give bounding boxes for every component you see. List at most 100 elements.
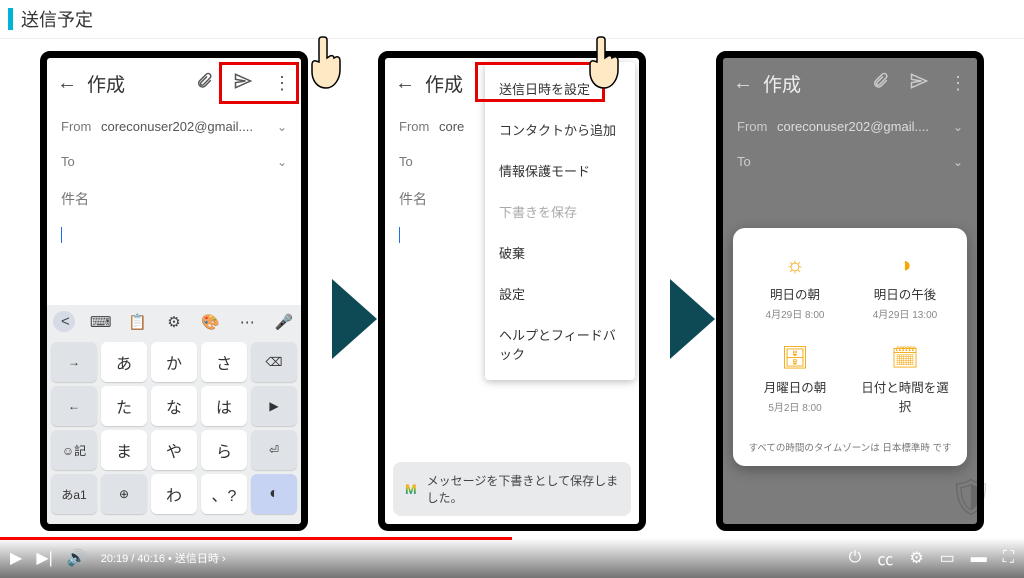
autoplay-toggle-icon[interactable]: ⏻ [849, 549, 862, 567]
phone-overflow-menu: ← 作成 From core To 件名 送信日時を設定 コンタクトから追加 情… [378, 51, 646, 531]
schedule-option-title: 明日の午後 [857, 284, 953, 303]
key-mode[interactable]: あa1 [51, 474, 97, 514]
briefcase-icon: 🗄 [747, 345, 843, 371]
keyboard-toolbar: < ⌨ 📋 ⚙ 🎨 ⋯ 🎤 [47, 305, 301, 338]
volume-icon[interactable]: 🔊 [67, 548, 87, 568]
key-confirm[interactable]: ◐ [251, 474, 297, 514]
chevron-down-icon: ⌄ [277, 120, 287, 134]
schedule-option-time: 4月29日 13:00 [857, 306, 953, 321]
snackbar-draft-saved: M メッセージを下書きとして保存しました。 [393, 462, 631, 516]
page-title: 送信予定 [21, 6, 93, 32]
overflow-menu-icon[interactable]: ⋮ [949, 73, 967, 94]
to-label: To [61, 154, 101, 169]
pointer-hand-icon [584, 31, 624, 95]
schedule-option-time: 5月2日 8:00 [747, 399, 843, 414]
key-emoji[interactable]: ☺記 [51, 430, 97, 470]
soft-keyboard: < ⌨ 📋 ⚙ 🎨 ⋯ 🎤 → あ か さ ⌫ ← た [47, 305, 301, 524]
body-field[interactable] [47, 219, 301, 256]
key-cursor-right[interactable]: → [51, 342, 97, 382]
chevron-down-icon: ⌄ [953, 120, 963, 134]
kbd-theme-icon[interactable]: 🎨 [200, 313, 222, 331]
overflow-menu-panel: 送信日時を設定 コンタクトから追加 情報保護モード 下書きを保存 破棄 設定 ヘ… [485, 62, 635, 380]
kbd-clipboard-icon[interactable]: 📋 [126, 313, 148, 331]
video-total-time: 40:16 [137, 553, 165, 565]
key-ma[interactable]: ま [101, 430, 147, 470]
key-ya[interactable]: や [151, 430, 197, 470]
key-ta[interactable]: た [101, 386, 147, 426]
key-cursor-left[interactable]: ← [51, 386, 97, 426]
schedule-option-tomorrow-afternoon[interactable]: ◑ 明日の午後 4月29日 13:00 [853, 244, 957, 329]
stage: ← 作成 ⋮ From coreconuser202@gmail.... ⌄ T… [0, 39, 1024, 549]
video-time: 20:19 / 40:16 • 送信日時 › [101, 550, 226, 566]
chevron-down-icon: ⌄ [277, 155, 287, 169]
menu-confidential-mode[interactable]: 情報保護モード [485, 150, 635, 191]
from-label: From [737, 119, 777, 134]
chevron-right-icon[interactable]: › [222, 553, 226, 565]
video-controls: ▶ ▶| 🔊 20:19 / 40:16 • 送信日時 › ⏻ ㏄ ⚙ ▭ ▬ … [0, 538, 1024, 578]
kbd-collapse-icon[interactable]: < [53, 311, 75, 332]
kbd-mic-icon[interactable]: 🎤 [273, 313, 295, 331]
key-punct[interactable]: 、? [201, 474, 247, 514]
key-ha[interactable]: は [201, 386, 247, 426]
key-enter[interactable]: ⏎ [251, 430, 297, 470]
calendar-icon: 🗓 [857, 345, 953, 371]
overflow-menu-icon[interactable]: ⋮ [273, 73, 291, 94]
back-icon[interactable]: ← [395, 72, 415, 95]
key-a[interactable]: あ [101, 342, 147, 382]
menu-help-feedback[interactable]: ヘルプとフィードバック [485, 314, 635, 374]
menu-settings[interactable]: 設定 [485, 273, 635, 314]
to-row: To ⌄ [723, 144, 977, 179]
back-icon[interactable]: ← [733, 72, 753, 95]
compose-toolbar: ← 作成 ⋮ [47, 58, 301, 109]
to-label: To [399, 154, 439, 169]
phone-schedule-picker: ← 作成 ⋮ From coreconuser202@gmail.... ⌄ T… [716, 51, 984, 531]
schedule-send-sheet: ☼ 明日の朝 4月29日 8:00 ◑ 明日の午後 4月29日 13:00 🗄 … [733, 228, 967, 466]
next-icon[interactable]: ▶| [36, 548, 52, 568]
back-icon[interactable]: ← [57, 72, 77, 95]
page-header: 送信予定 [0, 0, 1024, 39]
key-backspace[interactable]: ⌫ [251, 342, 297, 382]
pointer-hand-icon [306, 31, 346, 95]
kbd-input-method-icon[interactable]: ⌨ [90, 313, 112, 331]
schedule-option-monday-morning[interactable]: 🗄 月曜日の朝 5月2日 8:00 [743, 337, 847, 426]
captions-icon[interactable]: ㏄ [877, 546, 893, 570]
schedule-option-pick-datetime[interactable]: 🗓 日付と時間を選択 [853, 337, 957, 426]
from-label: From [61, 119, 101, 134]
from-value: coreconuser202@gmail.... [777, 119, 953, 134]
subject-field[interactable]: 件名 [47, 179, 301, 219]
compose-toolbar: ← 作成 ⋮ [723, 58, 977, 109]
schedule-option-title: 月曜日の朝 [747, 377, 843, 396]
phone-compose-initial: ← 作成 ⋮ From coreconuser202@gmail.... ⌄ T… [40, 51, 308, 531]
send-icon[interactable] [909, 71, 929, 96]
attach-icon[interactable] [195, 72, 213, 95]
kbd-more-icon[interactable]: ⋯ [236, 313, 258, 331]
from-row[interactable]: From coreconuser202@gmail.... ⌄ [47, 109, 301, 144]
theater-mode-icon[interactable]: ▬ [971, 549, 987, 567]
miniplayer-icon[interactable]: ▭ [940, 548, 955, 568]
key-ka[interactable]: か [151, 342, 197, 382]
attach-icon[interactable] [871, 72, 889, 95]
key-sa[interactable]: さ [201, 342, 247, 382]
menu-discard[interactable]: 破棄 [485, 232, 635, 273]
sun-icon: ☼ [747, 252, 843, 278]
compose-title: 作成 [763, 70, 851, 97]
kbd-settings-icon[interactable]: ⚙ [163, 313, 185, 331]
from-value: coreconuser202@gmail.... [101, 119, 277, 134]
key-na[interactable]: な [151, 386, 197, 426]
send-icon[interactable] [233, 71, 253, 96]
schedule-option-time: 4月29日 8:00 [747, 306, 843, 321]
key-wa[interactable]: わ [151, 474, 197, 514]
key-ra[interactable]: ら [201, 430, 247, 470]
schedule-timezone-note: すべての時間のタイムゾーンは 日本標準時 です [743, 440, 957, 454]
schedule-option-tomorrow-morning[interactable]: ☼ 明日の朝 4月29日 8:00 [743, 244, 847, 329]
play-icon[interactable]: ▶ [10, 548, 22, 568]
menu-add-from-contacts[interactable]: コンタクトから追加 [485, 109, 635, 150]
key-globe[interactable]: ⊕ [101, 474, 147, 514]
to-row[interactable]: To ⌄ [47, 144, 301, 179]
key-next[interactable]: ▶ [251, 386, 297, 426]
compose-title: 作成 [87, 70, 175, 97]
header-accent-bar [8, 8, 13, 30]
fullscreen-icon[interactable]: ⛶ [1003, 549, 1014, 567]
gmail-icon: M [405, 481, 417, 497]
settings-gear-icon[interactable]: ⚙ [909, 548, 923, 568]
